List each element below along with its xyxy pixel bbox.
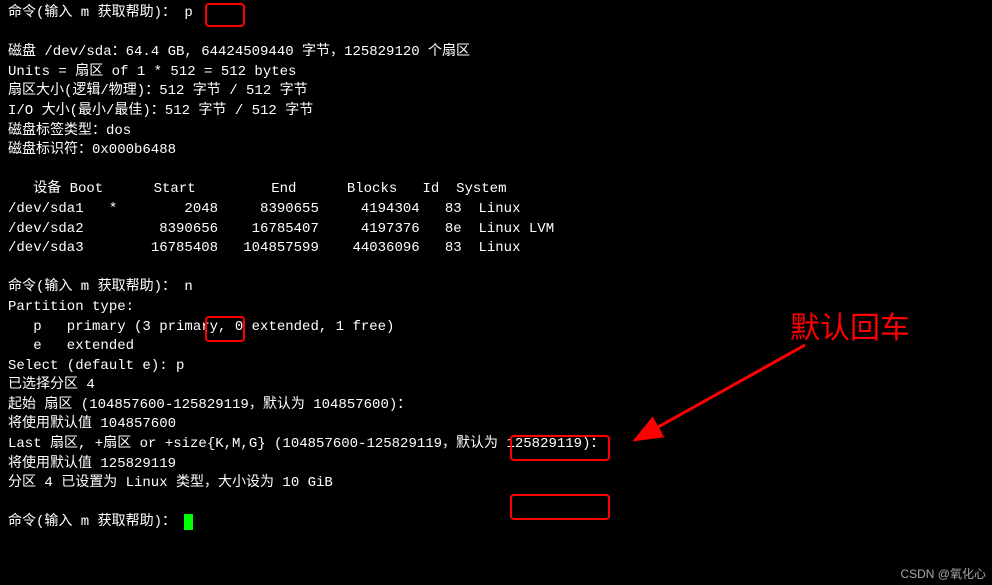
blank [8, 494, 984, 514]
blank [8, 259, 984, 279]
watermark: CSDN @氧化心 [900, 566, 986, 583]
prompt-text: 命令(输入 m 获取帮助)： [8, 514, 176, 530]
blank [8, 161, 984, 181]
partition-row-1: /dev/sda1 * 2048 8390655 4194304 83 Linu… [8, 200, 984, 220]
disk-label-type: 磁盘标签类型：dos [8, 122, 984, 142]
partition-table-header: 设备 Boot Start End Blocks Id System [8, 180, 984, 200]
disk-identifier: 磁盘标识符：0x000b6488 [8, 141, 984, 161]
prompt-text: 命令(输入 m 获取帮助)： [8, 279, 176, 295]
units-info: Units = 扇区 of 1 * 512 = 512 bytes [8, 63, 984, 83]
blank [8, 24, 984, 44]
partition-result: 分区 4 已设置为 Linux 类型，大小设为 10 GiB [8, 474, 984, 494]
selected-partition: 已选择分区 4 [8, 376, 984, 396]
user-input-n: n [184, 279, 192, 295]
last-sector-prompt: Last 扇区, +扇区 or +size{K,M,G} (104857600-… [8, 435, 984, 455]
terminal-cursor [184, 514, 193, 530]
annotation-default-enter: 默认回车 [790, 308, 910, 350]
prompt-text: 命令(输入 m 获取帮助)： [8, 5, 176, 21]
io-size: I/O 大小(最小/最佳)：512 字节 / 512 字节 [8, 102, 984, 122]
partition-row-3: /dev/sda3 16785408 104857599 44036096 83… [8, 239, 984, 259]
fdisk-prompt-1: 命令(输入 m 获取帮助)： p [8, 4, 984, 24]
start-sector-prompt: 起始 扇区 (104857600-125829119，默认为 104857600… [8, 396, 984, 416]
select-text: Select (default e): [8, 358, 176, 374]
fdisk-prompt-3[interactable]: 命令(输入 m 获取帮助)： [8, 513, 984, 533]
user-input-select-p: p [176, 358, 184, 374]
partition-row-2: /dev/sda2 8390656 16785407 4197376 8e Li… [8, 220, 984, 240]
use-default-last: 将使用默认值 125829119 [8, 455, 984, 475]
sector-size: 扇区大小(逻辑/物理)：512 字节 / 512 字节 [8, 82, 984, 102]
fdisk-prompt-2: 命令(输入 m 获取帮助)： n [8, 278, 984, 298]
disk-info: 磁盘 /dev/sda：64.4 GB, 64424509440 字节，1258… [8, 43, 984, 63]
user-input-p: p [184, 5, 192, 21]
use-default-start: 将使用默认值 104857600 [8, 415, 984, 435]
select-prompt: Select (default e): p [8, 357, 984, 377]
